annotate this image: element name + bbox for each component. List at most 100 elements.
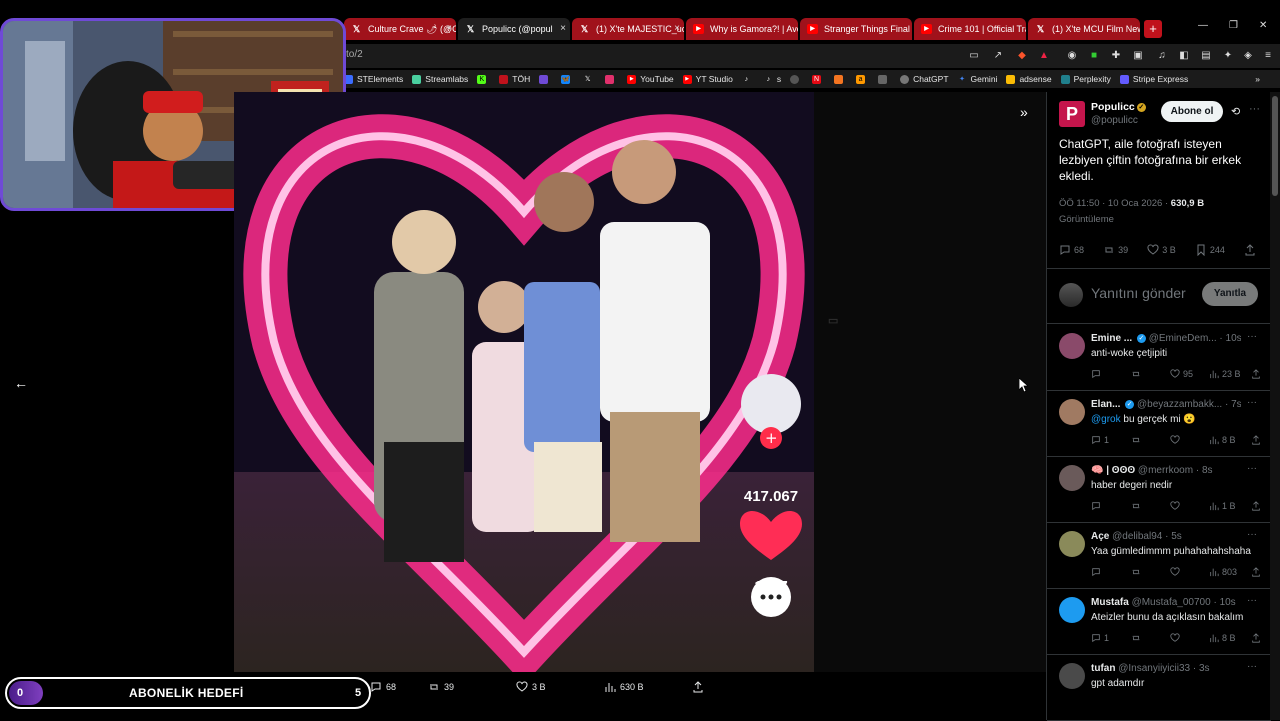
bookmark[interactable] bbox=[539, 74, 552, 84]
share-button[interactable] bbox=[1251, 633, 1264, 643]
bookmark[interactable]: ♪ s bbox=[764, 74, 782, 84]
share-button[interactable] bbox=[1251, 369, 1264, 379]
avatar[interactable] bbox=[1059, 465, 1085, 491]
more-options-icon[interactable]: ··· bbox=[1247, 595, 1257, 606]
browser-tab[interactable]: ▶ Stranger Things Final bbox=[800, 18, 912, 40]
vpn-icon[interactable]: ◈ bbox=[1242, 50, 1254, 62]
comment-author[interactable]: Açe bbox=[1091, 531, 1109, 542]
post-time[interactable]: ÖÖ 11:50 · 10 Oca 2026 · bbox=[1059, 198, 1171, 209]
reply-button[interactable]: 1 bbox=[1091, 435, 1109, 445]
bookmark[interactable]: Streamlabs bbox=[412, 74, 468, 84]
avatar[interactable] bbox=[1059, 333, 1085, 359]
avatar[interactable] bbox=[1059, 663, 1085, 689]
like-button[interactable] bbox=[1170, 633, 1183, 643]
address-bar[interactable]: to/2 ▭ ↗ ◆ ▲ ◉ ■ ✚ ▣ ♫ ◧ ▤ ✦ ◈ ≡ bbox=[344, 44, 1280, 68]
close-window-icon[interactable]: ✕ bbox=[1259, 20, 1267, 31]
browser-tab[interactable]: ▶ Crime 101 | Official Tra bbox=[914, 18, 1026, 40]
close-tab-icon[interactable]: × bbox=[446, 18, 452, 40]
like-button[interactable] bbox=[1170, 435, 1183, 445]
mention-link[interactable]: @grok bbox=[1091, 414, 1121, 425]
more-options-icon[interactable]: ··· bbox=[1247, 661, 1257, 672]
share-button[interactable] bbox=[1251, 501, 1264, 511]
reply-button[interactable] bbox=[1091, 567, 1104, 577]
url-text[interactable]: to/2 bbox=[346, 49, 363, 60]
avatar[interactable] bbox=[1059, 531, 1085, 557]
views-button[interactable]: 803 bbox=[1209, 567, 1237, 577]
browser-tab[interactable]: 𝕏 (1) X'te MCU Film New bbox=[1028, 18, 1140, 40]
bookmark[interactable]: ▶ YouTube bbox=[627, 74, 674, 84]
follow-button[interactable]: Abone ol bbox=[1161, 101, 1223, 122]
more-bookmarks-icon[interactable]: » bbox=[1255, 74, 1260, 84]
more-options-icon[interactable]: ··· bbox=[1247, 331, 1257, 342]
bookmark[interactable]: 🦋 bbox=[561, 74, 574, 84]
bookmark[interactable]: TÖH bbox=[499, 74, 530, 84]
extension-icon[interactable]: ▣ bbox=[1132, 50, 1144, 62]
more-options-icon[interactable]: ··· bbox=[1249, 103, 1260, 115]
reply-button[interactable] bbox=[1091, 369, 1104, 379]
sidebar-icon[interactable]: ◧ bbox=[1178, 50, 1190, 62]
maximize-icon[interactable]: ❐ bbox=[1229, 20, 1238, 31]
bookmark[interactable]: Stripe Express bbox=[1119, 74, 1188, 84]
like-button[interactable]: 3 B bbox=[516, 681, 546, 693]
more-options-icon[interactable]: ··· bbox=[1247, 529, 1257, 540]
new-tab-button[interactable]: + bbox=[1144, 20, 1162, 38]
share-button[interactable] bbox=[1244, 244, 1259, 256]
bookmark[interactable]: ▶ YT Studio bbox=[682, 74, 733, 84]
avatar[interactable] bbox=[1059, 597, 1085, 623]
like-button[interactable]: 3 B bbox=[1147, 244, 1176, 256]
brave-shield-icon[interactable]: ◆ bbox=[1016, 50, 1028, 62]
views-button[interactable]: 1 B bbox=[1209, 501, 1236, 511]
close-tab-icon[interactable]: × bbox=[674, 18, 680, 40]
share-icon[interactable]: ↗ bbox=[992, 50, 1004, 62]
collapse-panel-icon[interactable]: » bbox=[1020, 104, 1028, 120]
bookmark[interactable] bbox=[878, 74, 891, 84]
puzzle-icon[interactable]: ✚ bbox=[1110, 50, 1122, 62]
comment-author[interactable]: Elan... bbox=[1091, 399, 1120, 410]
bookmark[interactable]: STElements bbox=[344, 74, 403, 84]
post-image[interactable]: + bbox=[234, 92, 814, 672]
views-button[interactable]: 8 B bbox=[1209, 435, 1236, 445]
reply-button[interactable]: 68 bbox=[370, 681, 396, 693]
list-item[interactable]: Elan... ✓ @beyazzambakk... · 7s ··· @gro… bbox=[1047, 391, 1271, 457]
bookmark[interactable] bbox=[834, 74, 847, 84]
bookmark[interactable]: ChatGPT bbox=[900, 74, 949, 84]
list-item[interactable]: Açe @delibal94 · 5s ··· Yaa gümledimmm p… bbox=[1047, 523, 1271, 589]
browser-tab-active[interactable]: 𝕏 Populicc (@popul × bbox=[458, 18, 570, 40]
share-button[interactable] bbox=[1251, 567, 1264, 577]
repost-button[interactable] bbox=[1131, 633, 1144, 643]
avatar[interactable] bbox=[1059, 399, 1085, 425]
browser-tab[interactable]: 𝕏 (1) X'te MAJESTIC_ucm × bbox=[572, 18, 684, 40]
comment-author[interactable]: Emine ... bbox=[1091, 333, 1132, 344]
list-item[interactable]: tufan @Insanyiiyicii33 · 3s ··· gpt adam… bbox=[1047, 655, 1271, 721]
share-button[interactable] bbox=[692, 681, 708, 693]
grok-icon[interactable]: ⟲ bbox=[1231, 105, 1240, 118]
bookmark[interactable] bbox=[605, 74, 618, 84]
close-tab-icon[interactable]: × bbox=[560, 18, 566, 40]
rewards-icon[interactable]: ▲ bbox=[1038, 50, 1050, 62]
browser-tab[interactable]: 𝕏 Culture Crave 🌶 (@C × bbox=[344, 18, 456, 40]
extension-icon[interactable]: ■ bbox=[1088, 50, 1100, 62]
comment-author[interactable]: Mustafa bbox=[1091, 597, 1129, 608]
repost-button[interactable] bbox=[1131, 567, 1144, 577]
wallet-icon[interactable]: ▤ bbox=[1200, 50, 1212, 62]
repost-button[interactable]: 39 bbox=[1103, 244, 1128, 256]
bookmark[interactable]: N bbox=[812, 74, 825, 84]
like-button[interactable]: 95 bbox=[1170, 369, 1193, 379]
reply-input[interactable]: Yanıtını gönder bbox=[1091, 285, 1186, 301]
views-button[interactable]: 630 B bbox=[604, 681, 644, 693]
list-item[interactable]: Emine ... ✓ @EmineDem... · 10s ··· anti-… bbox=[1047, 325, 1271, 391]
more-options-icon[interactable]: ··· bbox=[1247, 397, 1257, 408]
reply-button[interactable] bbox=[1091, 501, 1104, 511]
bookmark-button[interactable]: 244 bbox=[1195, 244, 1225, 256]
more-options-icon[interactable]: ··· bbox=[1247, 463, 1257, 474]
comment-author[interactable]: 🧠 | ʘʘʘ bbox=[1091, 465, 1135, 476]
reply-submit-button[interactable]: Yanıtla bbox=[1202, 282, 1258, 306]
author-handle[interactable]: @populicc bbox=[1091, 115, 1138, 126]
bookmark[interactable]: a bbox=[856, 74, 869, 84]
scrollbar-thumb[interactable] bbox=[1272, 96, 1278, 196]
bookmark[interactable]: Perplexity bbox=[1060, 74, 1111, 84]
bookmark[interactable]: ✦ Gemini bbox=[958, 74, 997, 84]
author-avatar[interactable]: P bbox=[1059, 101, 1085, 127]
previous-media-icon[interactable]: ← bbox=[14, 375, 28, 391]
music-icon[interactable]: ♫ bbox=[1156, 50, 1168, 62]
